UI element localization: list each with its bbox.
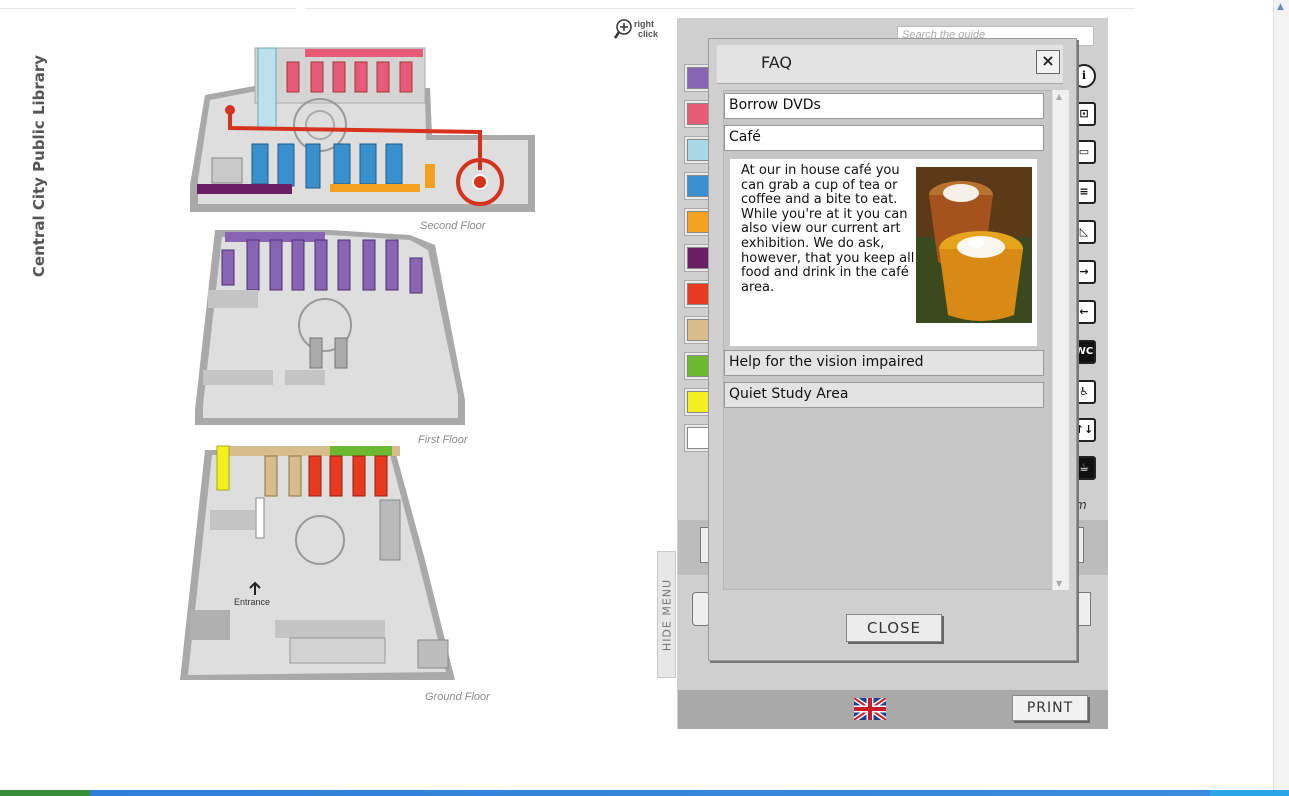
zoom-in-icon bbox=[613, 19, 632, 39]
zoom-hint-line2: click bbox=[638, 29, 659, 39]
print-button[interactable]: PRINT bbox=[1012, 695, 1088, 721]
legend-swatch bbox=[687, 175, 709, 197]
close-icon[interactable]: × bbox=[1036, 50, 1060, 74]
faq-title: FAQ bbox=[761, 53, 792, 72]
library-title: Central City Public Library bbox=[30, 54, 48, 278]
cafe-drinks-image bbox=[916, 167, 1032, 323]
faq-item-quiet-study[interactable]: Quiet Study Area bbox=[724, 382, 1044, 408]
faq-item-borrow-dvds[interactable]: Borrow DVDs bbox=[724, 93, 1044, 119]
legend-swatch bbox=[687, 211, 709, 233]
legend-swatch bbox=[687, 103, 709, 125]
legend-swatch bbox=[687, 355, 709, 377]
floor-map-graphic bbox=[180, 47, 535, 680]
faq-item-vision-impaired[interactable]: Help for the vision impaired bbox=[724, 350, 1044, 376]
floor-label-second: Second Floor bbox=[420, 220, 486, 232]
taskbar bbox=[0, 790, 1289, 796]
faq-scrollbar[interactable]: ▲ ▼ bbox=[1052, 90, 1069, 590]
legend-swatch bbox=[687, 427, 709, 449]
floor-label-first: First Floor bbox=[418, 434, 468, 446]
legend-swatch bbox=[687, 319, 709, 341]
legend-swatch bbox=[687, 67, 709, 89]
faq-item-cafe[interactable]: Café bbox=[724, 125, 1044, 151]
first-floor-plan bbox=[195, 230, 465, 425]
entrance-label: Entrance bbox=[234, 597, 271, 607]
legend-swatch bbox=[687, 247, 709, 269]
floor-map[interactable]: Second Floor First Floor Ground Floor En… bbox=[170, 40, 560, 710]
second-floor-plan bbox=[190, 47, 535, 212]
close-button[interactable]: CLOSE bbox=[846, 614, 942, 642]
uk-flag-icon[interactable] bbox=[854, 698, 886, 720]
faq-answer-text: At our in house café you can grab a cup … bbox=[741, 163, 915, 295]
hide-menu-label: HIDE MENU bbox=[660, 578, 673, 651]
floor-label-ground: Ground Floor bbox=[425, 691, 490, 703]
ground-floor-plan bbox=[180, 445, 455, 680]
zoom-hint-line1: right bbox=[634, 19, 654, 29]
legend-swatch bbox=[687, 283, 709, 305]
zoom-hint[interactable]: right click bbox=[613, 18, 664, 44]
top-divider-right bbox=[305, 8, 1135, 9]
legend-swatch bbox=[687, 391, 709, 413]
page-scrollbar[interactable]: ▲ bbox=[1273, 0, 1289, 790]
legend-swatch bbox=[687, 139, 709, 161]
top-divider-left bbox=[0, 8, 296, 9]
hide-menu-tab[interactable]: HIDE MENU bbox=[657, 551, 676, 678]
